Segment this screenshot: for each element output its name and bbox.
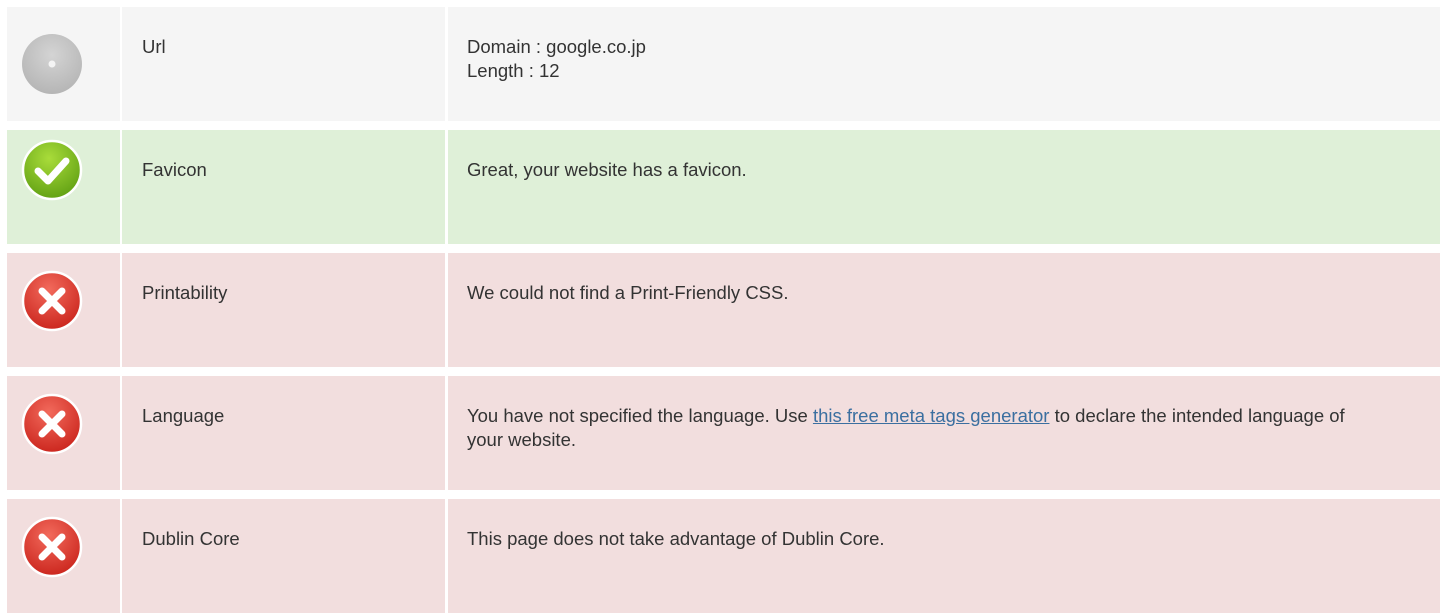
- value-cell: Great, your website has a favicon.: [448, 130, 1440, 244]
- error-x-icon: [21, 393, 83, 455]
- row-label: Favicon: [142, 159, 207, 180]
- row-value: Domain : google.co.jp Length : 12: [467, 35, 1367, 83]
- value-cell: This page does not take advantage of Dub…: [448, 499, 1440, 613]
- neutral-dot-icon: [22, 34, 82, 94]
- seo-report-table: Url Domain : google.co.jp Length : 12 Fa…: [0, 0, 1446, 615]
- value-text-before: You have not specified the language. Use: [467, 405, 813, 426]
- label-cell: Url: [122, 7, 445, 121]
- label-cell: Dublin Core: [122, 499, 445, 613]
- label-cell: Printability: [122, 253, 445, 367]
- report-row-printability: Printability We could not find a Print-F…: [0, 253, 1440, 367]
- row-label: Url: [142, 36, 166, 57]
- row-value: We could not find a Print-Friendly CSS.: [467, 282, 789, 303]
- status-cell: [7, 7, 120, 121]
- row-value: This page does not take advantage of Dub…: [467, 528, 885, 549]
- report-row-url: Url Domain : google.co.jp Length : 12: [0, 7, 1440, 121]
- status-cell: [7, 499, 120, 613]
- meta-tags-generator-link[interactable]: this free meta tags generator: [813, 405, 1050, 426]
- error-x-icon: [21, 516, 83, 578]
- check-icon: [21, 139, 83, 201]
- url-domain-line: Domain : google.co.jp: [467, 36, 646, 57]
- value-cell: We could not find a Print-Friendly CSS.: [448, 253, 1440, 367]
- value-cell: You have not specified the language. Use…: [448, 376, 1440, 490]
- row-value: Great, your website has a favicon.: [467, 159, 747, 180]
- row-label: Printability: [142, 282, 228, 303]
- status-cell: [7, 130, 120, 244]
- error-x-icon: [21, 270, 83, 332]
- row-label: Language: [142, 405, 225, 426]
- row-value: You have not specified the language. Use…: [467, 404, 1367, 452]
- report-row-dublin-core: Dublin Core This page does not take adva…: [0, 499, 1440, 613]
- value-cell: Domain : google.co.jp Length : 12: [448, 7, 1440, 121]
- status-cell: [7, 253, 120, 367]
- label-cell: Favicon: [122, 130, 445, 244]
- report-row-favicon: Favicon Great, your website has a favico…: [0, 130, 1440, 244]
- report-row-language: Language You have not specified the lang…: [0, 376, 1440, 490]
- row-label: Dublin Core: [142, 528, 240, 549]
- url-length-line: Length : 12: [467, 60, 560, 81]
- label-cell: Language: [122, 376, 445, 490]
- status-cell: [7, 376, 120, 490]
